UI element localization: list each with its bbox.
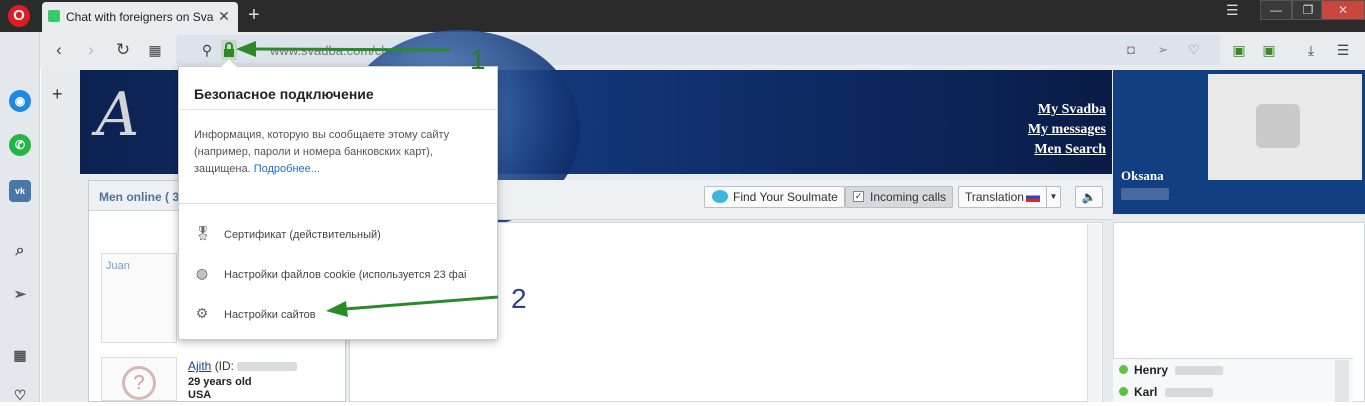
site-settings-label: Настройки сайтов	[224, 309, 316, 321]
vk-icon[interactable]: vk	[9, 180, 31, 202]
translation-label: Translation	[965, 190, 1024, 204]
favicon-icon	[48, 10, 60, 22]
annotation-label-1: 1	[470, 44, 486, 75]
incoming-calls-label: Incoming calls	[870, 190, 947, 204]
site-security-popup: Безопасное подключение Информация, котор…	[178, 57, 498, 340]
checkbox-icon: ✓	[853, 191, 864, 202]
tab-bar: O Chat with foreigners on Sva ✕ + ☰ — ❐ …	[0, 0, 1365, 32]
cookie-settings-label: Настройки файлов cookie (используется 23…	[224, 269, 467, 281]
member-age: 29 years old	[188, 376, 252, 388]
translation-select[interactable]: Translation ▼	[958, 186, 1061, 208]
member-photo[interactable]: ?	[101, 357, 177, 401]
sidebar: ◉ ✆ vk ⌕ ➢ ▦ ♡	[0, 32, 40, 403]
messenger-icon[interactable]: ◉	[9, 90, 31, 112]
men-search-link[interactable]: Men Search	[1034, 142, 1106, 158]
popup-description: Информация, которую вы сообщаете этому с…	[194, 127, 489, 178]
my-messages-link[interactable]: My messages	[1028, 122, 1106, 138]
profile-id-blurred	[1121, 188, 1169, 200]
tabs-grid-icon[interactable]: ▦	[144, 40, 166, 60]
new-tab-button[interactable]: +	[244, 4, 264, 26]
member-country: USA	[188, 389, 212, 401]
find-soulmate-label: Find Your Soulmate	[733, 190, 838, 204]
profile-box: Oksana	[1113, 70, 1365, 214]
annotation-label-2: 2	[511, 283, 527, 314]
tab-close-icon[interactable]: ✕	[216, 8, 232, 24]
chat-scrollbar[interactable]	[1087, 224, 1101, 402]
key-icon[interactable]: ⚲	[196, 40, 218, 60]
speed-dial-icon[interactable]: ▦	[9, 344, 31, 366]
member-photo[interactable]: Juan	[101, 253, 177, 343]
sound-toggle[interactable]: 🔈	[1075, 186, 1103, 208]
learn-more-link[interactable]: Подробнее...	[254, 163, 320, 175]
contact-id-blurred	[1175, 366, 1224, 376]
puzzle-placeholder-icon	[1256, 104, 1300, 148]
popup-title: Безопасное подключение	[194, 86, 374, 102]
certificate-label: Сертификат (действительный)	[224, 229, 381, 241]
download-icon[interactable]: ⤓	[1300, 40, 1322, 60]
cookie-settings-item[interactable]: ◍ Настройки файлов cookie (используется 2…	[194, 263, 494, 283]
opera-logo-icon[interactable]: O	[8, 5, 30, 27]
maximize-button[interactable]: ❐	[1292, 0, 1324, 20]
divider	[179, 203, 497, 204]
minimize-button[interactable]: —	[1260, 0, 1292, 20]
list-item[interactable]: Henry	[1119, 360, 1345, 380]
question-avatar-icon: ?	[122, 366, 156, 400]
chat-toolbar: Find Your Soulmate ✓ Incoming calls Tran…	[495, 180, 1112, 220]
heart-icon[interactable]: ♡	[9, 384, 31, 406]
avatar[interactable]	[1208, 74, 1362, 180]
cookie-icon: ◍	[195, 265, 209, 281]
gear-icon: ⚙	[195, 305, 209, 321]
extension-icon[interactable]: ▣	[1258, 40, 1280, 60]
add-panel-icon[interactable]: +	[52, 84, 63, 105]
popup-description-text: Информация, которую вы сообщаете этому с…	[194, 129, 450, 175]
browser-tab[interactable]: Chat with foreigners on Sva ✕	[42, 2, 238, 32]
site-settings-item[interactable]: ⚙ Настройки сайтов	[194, 303, 494, 323]
my-svadba-link[interactable]: My Svadba	[1038, 102, 1106, 118]
russian-flag-icon	[1025, 192, 1040, 202]
member-id-blurred	[237, 362, 298, 372]
certificate-icon: 🎖	[194, 225, 212, 241]
camera-icon[interactable]: ◘	[1120, 40, 1142, 60]
chevron-down-icon[interactable]: ▼	[1045, 187, 1060, 207]
member-name-link[interactable]: Ajith	[188, 359, 211, 373]
men-online-title: Men online ( 3	[99, 190, 180, 204]
back-button[interactable]: ‹	[48, 40, 70, 60]
search-icon[interactable]: ⌕	[9, 240, 31, 262]
online-contacts-list: Henry Karl	[1113, 358, 1353, 402]
list-item[interactable]: Karl	[1119, 382, 1345, 402]
contact-name: Henry	[1134, 363, 1169, 377]
online-status-icon	[1119, 387, 1128, 396]
tab-menu-icon[interactable]: ☰	[1226, 2, 1239, 19]
member-info: Ajith (ID:	[188, 359, 298, 373]
site-logo[interactable]: A	[96, 80, 139, 150]
contact-id-blurred	[1164, 388, 1213, 398]
close-window-button[interactable]: ✕	[1321, 0, 1365, 20]
incoming-calls-toggle[interactable]: ✓ Incoming calls	[845, 186, 954, 208]
extension-icon[interactable]: ▣	[1228, 40, 1250, 60]
heart-icon[interactable]: ♡	[1183, 40, 1205, 60]
find-soulmate-button[interactable]: Find Your Soulmate	[704, 186, 845, 208]
online-status-icon	[1119, 365, 1128, 374]
member-id-label: (ID:	[214, 359, 235, 373]
whatsapp-icon[interactable]: ✆	[9, 134, 31, 156]
tab-title: Chat with foreigners on Sva	[66, 10, 214, 24]
certificate-item[interactable]: 🎖 Сертификат (действительный)	[194, 223, 494, 243]
forward-button[interactable]: ›	[80, 40, 102, 60]
speaker-icon: 🔈	[1081, 190, 1097, 204]
profile-name: Oksana	[1121, 168, 1164, 183]
contact-name: Karl	[1134, 385, 1158, 399]
settings-menu-icon[interactable]: ☰	[1332, 40, 1354, 60]
send-icon[interactable]: ➢	[9, 284, 31, 306]
chat-bubbles-icon	[712, 190, 728, 203]
reload-icon[interactable]: ↻	[112, 40, 134, 60]
send-icon[interactable]: ➢	[1152, 40, 1174, 60]
divider	[179, 109, 497, 110]
online-list-scrollbar[interactable]	[1335, 360, 1349, 402]
member-name: Juan	[106, 260, 130, 272]
